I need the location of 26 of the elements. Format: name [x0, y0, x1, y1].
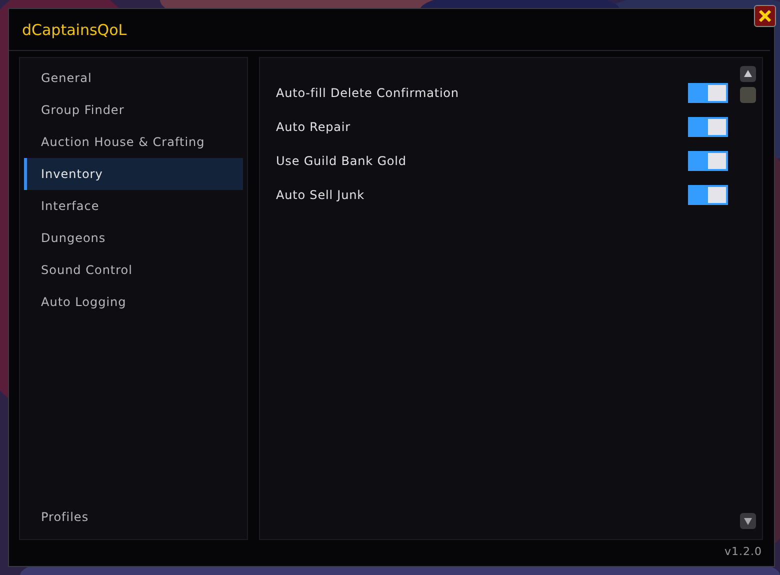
close-button[interactable]	[754, 5, 776, 27]
setting-label: Auto Sell Junk	[276, 187, 364, 204]
sidebar-item[interactable]: Inventory	[24, 158, 243, 190]
scroll-down-button[interactable]	[740, 512, 756, 528]
sidebar-item[interactable]: Sound Control	[24, 254, 243, 286]
sidebar-item[interactable]: Dungeons	[24, 222, 243, 254]
sidebar-item[interactable]: Interface	[24, 190, 243, 222]
sidebar-item[interactable]: Auto Logging	[24, 286, 243, 318]
setting-label: Auto Repair	[276, 119, 350, 136]
setting-label: Auto-fill Delete Confirmation	[276, 85, 459, 102]
close-icon	[758, 9, 772, 23]
toggle-switch[interactable]	[688, 151, 728, 171]
sidebar-item[interactable]: Auction House & Crafting	[24, 126, 243, 158]
setting-label: Use Guild Bank Gold	[276, 153, 406, 170]
version-label: v1.2.0	[724, 544, 762, 558]
toggle-switch[interactable]	[688, 83, 728, 103]
scroll-up-button[interactable]	[740, 66, 756, 82]
sidebar-item[interactable]: General	[24, 62, 243, 94]
toggle-switch[interactable]	[688, 117, 728, 137]
down-arrow-icon	[743, 516, 753, 526]
up-arrow-icon	[743, 69, 753, 79]
window-title: dCaptainsQoL	[22, 21, 127, 39]
sidebar-item[interactable]: Group Finder	[24, 94, 243, 126]
sidebar-item[interactable]: Profiles	[24, 500, 243, 532]
toggle-switch[interactable]	[688, 185, 728, 205]
scrollbar-thumb[interactable]	[740, 87, 756, 103]
